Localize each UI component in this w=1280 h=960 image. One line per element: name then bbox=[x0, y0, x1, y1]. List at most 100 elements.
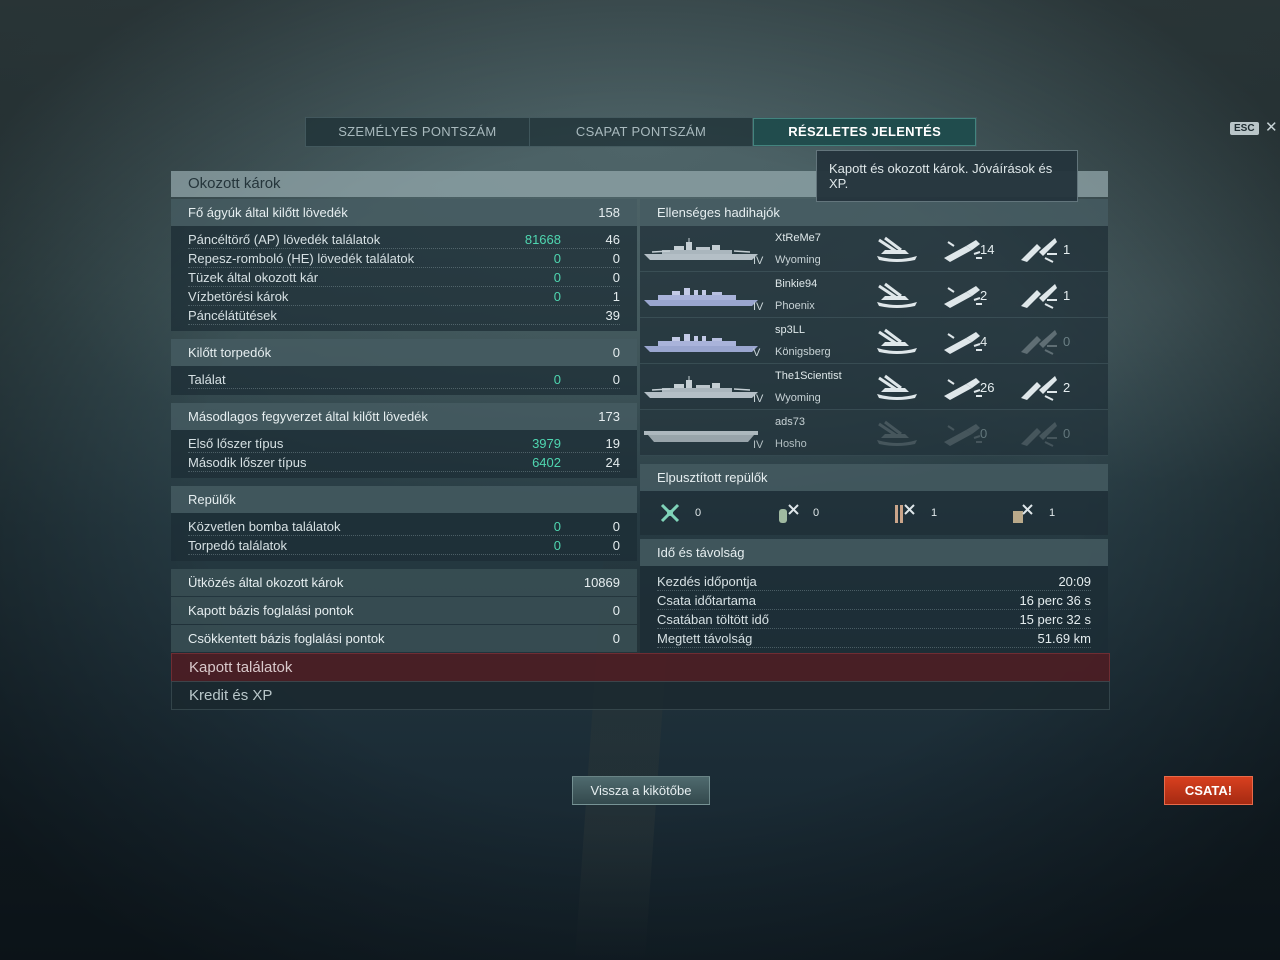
stat-damage: 6402 bbox=[532, 455, 561, 470]
time-label: Csata időtartama bbox=[657, 593, 756, 608]
time-value: 20:09 bbox=[1058, 574, 1091, 589]
main-guns-body: Páncéltörő (AP) lövedék találatok 81668 46… bbox=[171, 226, 637, 331]
main-guns-header: Fő ágyúk által kilőtt lövedék 158 bbox=[171, 199, 637, 226]
time-row: Csatában töltött idő 15 perc 32 s bbox=[657, 610, 1091, 629]
stat-damage: 0 bbox=[553, 270, 561, 285]
ship-tier: IV bbox=[753, 393, 764, 405]
stat-damage: 0 bbox=[553, 519, 561, 534]
ship-tier: IV bbox=[753, 255, 764, 267]
penetration-icon bbox=[1017, 420, 1061, 448]
pen-count: 2 bbox=[1063, 380, 1071, 395]
back-to-port-button[interactable]: Vissza a kikötőbe bbox=[572, 776, 710, 805]
stat-damage: 3979 bbox=[532, 436, 561, 451]
ramming-value: 10869 bbox=[583, 575, 620, 590]
carrier-silhouette-icon bbox=[642, 422, 760, 446]
secondary-total: 173 bbox=[598, 409, 620, 424]
plane-count: 0 bbox=[813, 507, 820, 519]
penetration-icon bbox=[1017, 236, 1061, 264]
cruiser-silhouette-icon bbox=[642, 330, 760, 354]
enemy-ship-row[interactable]: IV ads73 Hosho 0 0 bbox=[640, 410, 1108, 456]
player-name: ads73 bbox=[775, 416, 805, 428]
ramming-row: Ütközés által okozott károk 10869 bbox=[171, 569, 637, 596]
base-capture-label: Kapott bázis foglalási pontok bbox=[188, 603, 354, 618]
tab-tooltip: Kapott és okozott károk. Jóváírások és X… bbox=[816, 150, 1078, 202]
ship-name: Phoenix bbox=[775, 300, 815, 312]
shell-hit-icon bbox=[940, 282, 984, 310]
close-icon[interactable]: ✕ bbox=[1265, 118, 1278, 136]
base-reduced-row: Csökkentett bázis foglalási pontok 0 bbox=[171, 625, 637, 652]
stat-label: Vízbetörési károk bbox=[188, 289, 289, 304]
enemy-ships-header: Ellenséges hadihajók bbox=[640, 199, 1108, 226]
stat-row: Páncélátütések 39 bbox=[188, 306, 620, 325]
pen-count: 0 bbox=[1063, 334, 1071, 349]
time-row: Megtett távolság 51.69 km bbox=[657, 629, 1091, 648]
cruiser-silhouette-icon bbox=[642, 284, 760, 308]
ship-tier: IV bbox=[753, 439, 764, 451]
tab-team-score[interactable]: CSAPAT PONTSZÁM bbox=[530, 118, 754, 146]
torpedoes-body: Találat 0 0 bbox=[171, 366, 637, 395]
enemy-ship-row[interactable]: IV XtReMe7 Wyoming 14 1 bbox=[640, 226, 1108, 272]
stat-hits: 0 bbox=[612, 538, 620, 553]
credits-xp-label: Kredit és XP bbox=[189, 687, 273, 704]
shell-hit-icon bbox=[940, 328, 984, 356]
torpedoes-header: Kilőtt torpedók 0 bbox=[171, 339, 637, 366]
shell-hit-icon bbox=[940, 236, 984, 264]
battleship-silhouette-icon bbox=[642, 376, 760, 400]
received-hits-bar[interactable]: Kapott találatok bbox=[171, 653, 1110, 682]
pen-count: 1 bbox=[1063, 242, 1071, 257]
planes-destroyed-body: 0 0 1 1 bbox=[640, 491, 1108, 535]
stat-row: Torpedó találatok 0 0 bbox=[188, 536, 620, 555]
damage-dealt-title: Okozott károk bbox=[188, 175, 281, 192]
stat-hits: 39 bbox=[605, 308, 620, 323]
ship-name: Königsberg bbox=[775, 346, 831, 358]
ship-name: Hosho bbox=[775, 438, 807, 450]
pen-count: 0 bbox=[1063, 426, 1071, 441]
aircraft-title: Repülők bbox=[188, 492, 236, 507]
ship-tier: IV bbox=[753, 301, 764, 313]
torpedoes-total: 0 bbox=[612, 345, 620, 360]
stat-label: Közvetlen bomba találatok bbox=[188, 519, 341, 534]
stat-hits: 0 bbox=[612, 251, 620, 266]
time-value: 51.69 km bbox=[1037, 631, 1091, 646]
secondary-title: Másodlagos fegyverzet által kilőtt löved… bbox=[188, 409, 428, 424]
enemy-column: Ellenséges hadihajók IV XtReMe7 Wyoming … bbox=[640, 199, 1108, 654]
plane-count: 1 bbox=[1049, 507, 1056, 519]
ramming-label: Ütközés által okozott károk bbox=[188, 575, 344, 590]
time-distance-title: Idő és távolság bbox=[657, 545, 745, 560]
time-label: Csatában töltött idő bbox=[657, 612, 770, 627]
tab-personal-score[interactable]: SZEMÉLYES PONTSZÁM bbox=[306, 118, 530, 146]
stat-row: Első lőszer típus 3979 19 bbox=[188, 434, 620, 453]
time-row: Kezdés időpontja 20:09 bbox=[657, 572, 1091, 591]
torpedo-bomber-icon bbox=[779, 504, 799, 523]
planes-destroyed-header: Elpusztított repülők bbox=[640, 464, 1108, 491]
time-label: Megtett távolság bbox=[657, 631, 753, 646]
stat-row: Tüzek által okozott kár 0 0 bbox=[188, 268, 620, 287]
tab-bar: SZEMÉLYES PONTSZÁM CSAPAT PONTSZÁM RÉSZL… bbox=[305, 117, 977, 147]
stat-damage: 0 bbox=[553, 251, 561, 266]
ship-tier: V bbox=[753, 347, 761, 359]
penetration-icon bbox=[1017, 374, 1061, 402]
hit-count: 14 bbox=[980, 242, 995, 257]
penetration-icon bbox=[1017, 328, 1061, 356]
stat-row: Repesz-romboló (HE) lövedék találatok 0 0 bbox=[188, 249, 620, 268]
stat-label: Második lőszer típus bbox=[188, 455, 307, 470]
stat-hits: 24 bbox=[605, 455, 620, 470]
battle-button[interactable]: CSATA! bbox=[1164, 776, 1253, 805]
ship-damaged-icon bbox=[875, 420, 919, 448]
ship-damaged-icon bbox=[875, 282, 919, 310]
stat-label: Páncéltörő (AP) lövedék találatok bbox=[188, 232, 381, 247]
tab-detailed-report[interactable]: RÉSZLETES JELENTÉS bbox=[753, 118, 977, 146]
shell-hit-icon bbox=[940, 374, 984, 402]
ship-damaged-icon bbox=[875, 374, 919, 402]
hit-count: 0 bbox=[980, 426, 988, 441]
dive-bomber-icon bbox=[895, 504, 915, 523]
credits-xp-bar[interactable]: Kredit és XP bbox=[171, 681, 1110, 710]
stat-label: Repesz-romboló (HE) lövedék találatok bbox=[188, 251, 415, 266]
enemy-ship-row[interactable]: IV The1Scientist Wyoming 26 2 bbox=[640, 364, 1108, 410]
torpedoes-title: Kilőtt torpedók bbox=[188, 345, 272, 360]
enemy-ship-row[interactable]: V sp3LL Königsberg 4 0 bbox=[640, 318, 1108, 364]
stat-damage: 0 bbox=[553, 538, 561, 553]
enemy-ship-row[interactable]: IV Binkie94 Phoenix 2 1 bbox=[640, 272, 1108, 318]
player-name: The1Scientist bbox=[775, 370, 842, 382]
plane-count: 0 bbox=[695, 507, 702, 519]
